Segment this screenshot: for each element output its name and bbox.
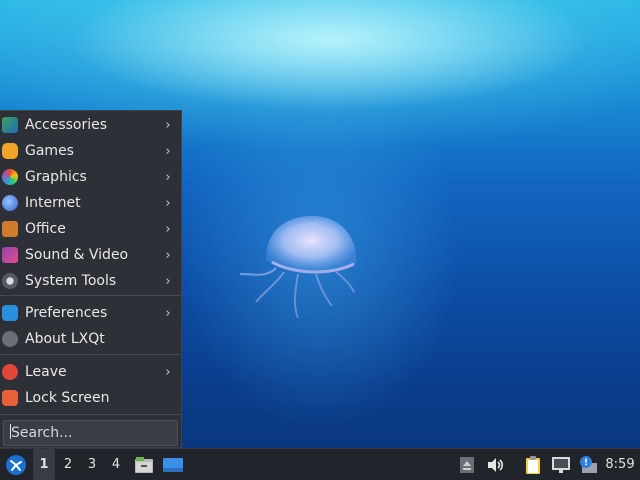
chevron-right-icon: › [165, 117, 171, 133]
power-icon [2, 364, 18, 380]
show-desktop-button[interactable] [160, 449, 186, 480]
search-placeholder: Search... [11, 425, 73, 441]
internet-icon [2, 195, 18, 211]
menu-item-label: System Tools [25, 273, 117, 289]
menu-item-label: Graphics [25, 169, 87, 185]
menu-item-leave[interactable]: Leave › [0, 359, 181, 385]
network-icon [552, 456, 570, 473]
menu-separator [0, 295, 181, 296]
system-tools-icon [2, 273, 18, 289]
chevron-right-icon: › [165, 273, 171, 289]
info-icon [2, 331, 18, 347]
menu-item-preferences[interactable]: Preferences › [0, 300, 181, 326]
menu-separator [0, 354, 181, 355]
clipboard-button[interactable] [521, 449, 545, 480]
menu-separator [0, 414, 181, 415]
menu-item-label: About LXQt [25, 331, 105, 347]
chevron-right-icon: › [165, 169, 171, 185]
clipboard-icon [526, 455, 540, 474]
desktop-1-button[interactable]: 1 [33, 449, 55, 480]
desktop-2-button[interactable]: 2 [57, 449, 79, 480]
desktop-icon [163, 457, 183, 472]
menu-item-system-tools[interactable]: System Tools › [0, 268, 181, 294]
preferences-icon [2, 305, 18, 321]
notification-icon [580, 455, 597, 473]
taskbar: 1 2 3 4 8:59 [0, 448, 640, 480]
menu-item-lock-screen[interactable]: Lock Screen [0, 385, 181, 411]
volume-button[interactable] [484, 449, 506, 480]
menu-item-label: Internet [25, 195, 81, 211]
menu-item-label: Leave [25, 364, 67, 380]
file-manager-launcher[interactable] [132, 449, 156, 480]
chevron-right-icon: › [165, 221, 171, 237]
sound-video-icon [2, 247, 18, 263]
menu-item-graphics[interactable]: Graphics › [0, 164, 181, 190]
menu-item-label: Office [25, 221, 66, 237]
menu-item-label: Preferences [25, 305, 108, 321]
search-input[interactable]: Search... [3, 420, 178, 446]
menu-item-games[interactable]: Games › [0, 138, 181, 164]
clock[interactable]: 8:59 [602, 449, 638, 480]
menu-item-label: Accessories [25, 117, 108, 133]
menu-item-label: Sound & Video [25, 247, 129, 263]
accessories-icon [2, 117, 18, 133]
chevron-right-icon: › [165, 305, 171, 321]
volume-icon [488, 457, 504, 472]
desktop-4-button[interactable]: 4 [105, 449, 127, 480]
eject-icon [460, 456, 474, 473]
chevron-right-icon: › [165, 364, 171, 380]
menu-item-label: Games [25, 143, 74, 159]
chevron-right-icon: › [165, 247, 171, 263]
menu-item-about-lxqt[interactable]: About LXQt [0, 326, 181, 352]
menu-item-sound-video[interactable]: Sound & Video › [0, 242, 181, 268]
lock-icon [2, 390, 18, 406]
office-icon [2, 221, 18, 237]
file-manager-icon [135, 456, 153, 473]
start-menu-button[interactable] [2, 449, 30, 480]
chevron-right-icon: › [165, 143, 171, 159]
network-button[interactable] [549, 449, 573, 480]
desktop-3-button[interactable]: 3 [81, 449, 103, 480]
graphics-icon [2, 169, 18, 185]
menu-item-label: Lock Screen [25, 390, 110, 406]
menu-item-accessories[interactable]: Accessories › [0, 112, 181, 138]
menu-item-office[interactable]: Office › [0, 216, 181, 242]
chevron-right-icon: › [165, 195, 171, 211]
start-menu: Accessories › Games › Graphics › Interne… [0, 110, 182, 448]
menu-item-internet[interactable]: Internet › [0, 190, 181, 216]
eject-button[interactable] [457, 449, 477, 480]
games-icon [2, 143, 18, 159]
jellyfish-wallpaper [239, 216, 357, 319]
notification-button[interactable] [576, 449, 600, 480]
lxqt-logo-icon [6, 454, 26, 475]
